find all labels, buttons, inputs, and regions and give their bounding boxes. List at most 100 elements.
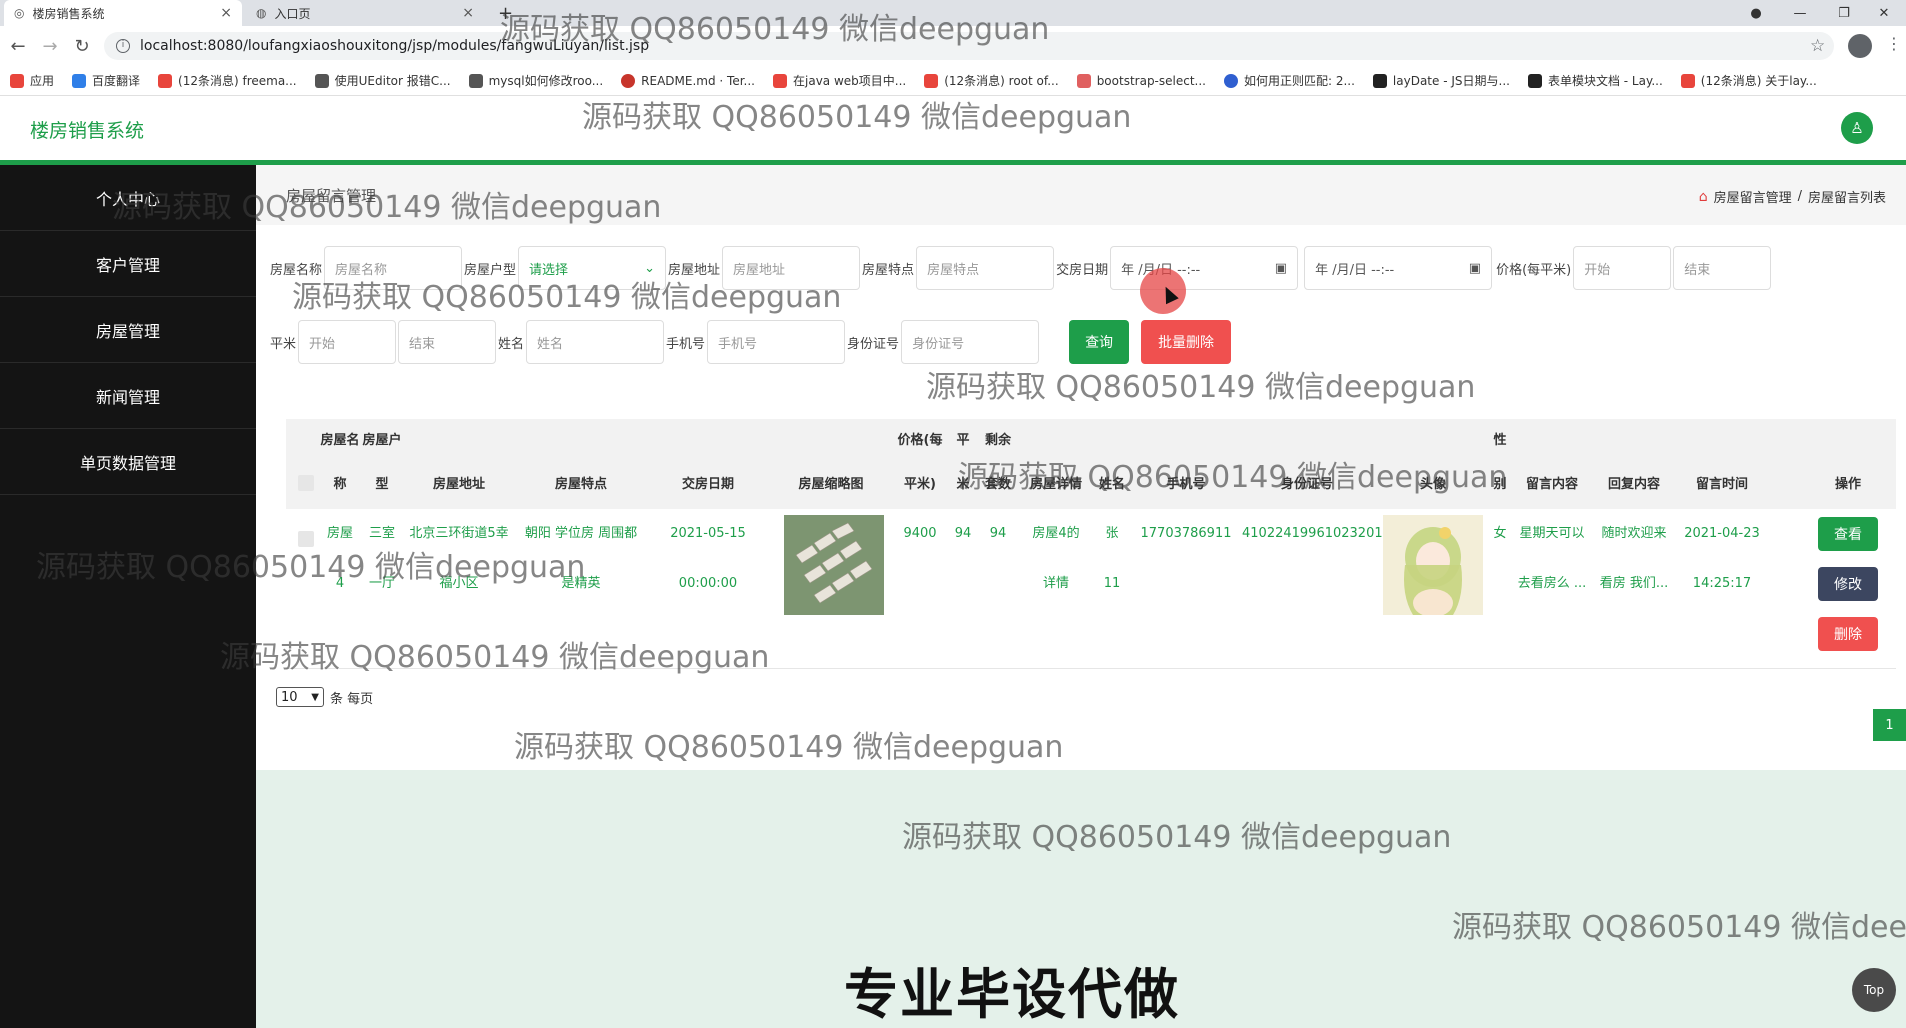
bookmark-star-icon[interactable]: ☆ xyxy=(1810,36,1825,56)
restore-icon[interactable]: ❐ xyxy=(1822,0,1866,26)
cell-name: 房屋 xyxy=(326,526,353,541)
profile-icon[interactable] xyxy=(1848,34,1872,58)
bookmark-favicon xyxy=(924,73,939,88)
minimize-icon[interactable]: — xyxy=(1778,0,1822,26)
bookmark-item[interactable]: 百度翻译 xyxy=(72,72,140,89)
col-header-uname: 姓名 xyxy=(1098,477,1125,492)
select-all-checkbox[interactable] xyxy=(298,475,314,491)
home-icon[interactable]: ⌂ xyxy=(1699,189,1708,205)
reload-icon[interactable]: ↻ xyxy=(68,26,96,66)
bookmark-item[interactable]: 应用 xyxy=(10,72,54,89)
breadcrumb-item[interactable]: 房屋留言管理 xyxy=(1714,187,1792,206)
col-header-address: 房屋地址 xyxy=(432,477,485,492)
url-field[interactable]: i localhost:8080/loufangxiaoshouxitong/j… xyxy=(104,32,1834,60)
area-label: 平米 xyxy=(270,336,297,352)
page-size-select[interactable]: 10 ▼ xyxy=(276,687,324,707)
row-checkbox[interactable] xyxy=(298,531,314,547)
col-header-name: 房屋名 xyxy=(320,433,360,448)
cell-reply: 随时欢迎来 xyxy=(1601,526,1667,541)
calendar-icon[interactable]: ▣ xyxy=(1275,261,1287,276)
page-number-button[interactable]: 1 xyxy=(1873,709,1906,741)
area-start-input[interactable]: 开始 xyxy=(298,320,397,364)
page-title: 房屋留言管理 xyxy=(286,187,377,205)
sidebar-item-customers[interactable]: 客户管理 xyxy=(0,231,256,297)
sidebar-item-houses[interactable]: 房屋管理 xyxy=(0,297,256,363)
house-type-select[interactable]: 请选择 ⌄ xyxy=(518,246,667,290)
sidebar: 个人中心 客户管理 房屋管理 新闻管理 单页数据管理 xyxy=(0,165,256,1028)
close-tab-icon[interactable]: × xyxy=(220,5,232,21)
sidebar-item-single-page[interactable]: 单页数据管理 xyxy=(0,429,256,495)
address-input[interactable]: 房屋地址 xyxy=(722,246,861,290)
breadcrumb-separator: / xyxy=(1797,189,1802,204)
bookmark-favicon xyxy=(773,73,787,88)
tab-search-icon[interactable]: ● xyxy=(1734,0,1778,26)
address-bar: ← → ↻ i localhost:8080/loufangxiaoshouxi… xyxy=(0,26,1906,66)
area-end-input[interactable]: 结束 xyxy=(398,320,497,364)
forward-icon[interactable]: → xyxy=(36,26,64,66)
user-avatar-image[interactable] xyxy=(1383,515,1483,615)
bookmark-item[interactable]: bootstrap-select... xyxy=(1076,73,1206,88)
col-header-remain-cont: 套数 xyxy=(984,477,1011,492)
site-icon: ◎ xyxy=(14,6,25,20)
edit-button[interactable]: 修改 xyxy=(1818,567,1878,601)
price-end-input[interactable]: 结束 xyxy=(1673,246,1772,290)
cell-remain: 94 xyxy=(989,526,1007,541)
cell-reply-cont: 看房 我们... xyxy=(1599,576,1669,591)
cell-uname-cont: 11 xyxy=(1103,576,1121,591)
date-start-input[interactable]: 年 /月/日 --:-- ▣ xyxy=(1110,246,1299,290)
globe-icon: ◍ xyxy=(256,6,267,20)
bookmark-item[interactable]: 如何用正则匹配: 2... xyxy=(1223,72,1355,89)
back-icon[interactable]: ← xyxy=(4,26,32,66)
bookmark-item[interactable]: README.md · Ter... xyxy=(621,73,755,88)
cell-price: 9400 xyxy=(903,526,937,541)
browser-tabbar: ◎ 楼房销售系统 × ◍ 入口页 × + ● — ❐ ✕ xyxy=(0,0,1906,26)
calendar-icon[interactable]: ▣ xyxy=(1469,261,1481,276)
browser-tab[interactable]: ◍ 入口页 × xyxy=(246,0,484,26)
cell-message-cont: 去看房么 ... xyxy=(1517,576,1587,591)
filter-form: 房屋名称 房屋名称 房屋户型 请选择 ⌄ 房屋地址 房屋地址 房屋特点 房屋特点… xyxy=(270,245,1900,393)
bookmark-favicon xyxy=(621,73,636,88)
sidebar-item-news[interactable]: 新闻管理 xyxy=(0,363,256,429)
view-button[interactable]: 查看 xyxy=(1818,517,1878,551)
col-header-thumb: 房屋缩略图 xyxy=(798,477,864,492)
phone-input[interactable]: 手机号 xyxy=(707,320,846,364)
cell-feature: 朝阳 学位房 周围都 xyxy=(524,526,638,541)
cell-name-cont: 4 xyxy=(335,576,345,591)
new-tab-button[interactable]: + xyxy=(488,0,518,26)
name-input[interactable]: 姓名 xyxy=(526,320,665,364)
bookmark-item[interactable]: (12条消息) freema... xyxy=(158,72,297,89)
brand-title: 楼房销售系统 xyxy=(30,120,145,142)
bookmark-item[interactable]: layDate - JS日期与... xyxy=(1372,72,1510,89)
idcard-input[interactable]: 身份证号 xyxy=(901,320,1040,364)
table-header: 房屋名 称 房屋户 型 房屋地址 房屋特点 交房日期 房屋缩略图 价格(每 平米… xyxy=(286,419,1896,509)
bookmark-favicon xyxy=(1223,73,1238,88)
batch-delete-button[interactable]: 批量删除 xyxy=(1141,320,1232,364)
bookmark-item[interactable]: (12条消息) root of... xyxy=(924,72,1059,89)
table-row: 房屋 4 三室 一厅 北京三环街道5幸 福小区 朝阳 学位房 周围都 是精英 2… xyxy=(286,509,1896,669)
bookmark-item[interactable]: mysql如何修改roo... xyxy=(468,72,603,89)
back-to-top-button[interactable]: Top xyxy=(1852,968,1896,1012)
bookmark-item[interactable]: 表单模块文档 - Lay... xyxy=(1527,72,1663,89)
bookmark-favicon xyxy=(314,73,329,88)
date-end-value: 年 /月/日 --:-- xyxy=(1315,262,1395,278)
cell-idcard: 410224199610232011 xyxy=(1242,526,1391,541)
feature-input[interactable]: 房屋特点 xyxy=(916,246,1055,290)
close-window-icon[interactable]: ✕ xyxy=(1862,0,1906,26)
date-end-input[interactable]: 年 /月/日 --:-- ▣ xyxy=(1304,246,1493,290)
phone-label: 手机号 xyxy=(666,336,706,352)
bookmark-item[interactable]: 使用UEditor 报错C... xyxy=(314,72,451,89)
user-avatar-button[interactable]: ♙ xyxy=(1841,112,1873,144)
house-thumbnail-image[interactable] xyxy=(784,515,884,615)
price-start-input[interactable]: 开始 xyxy=(1573,246,1672,290)
house-name-input[interactable]: 房屋名称 xyxy=(324,246,463,290)
col-header-sex-cont: 别 xyxy=(1493,477,1507,492)
bookmark-item[interactable]: 在java web项目中... xyxy=(773,72,906,89)
close-tab-icon[interactable]: × xyxy=(462,5,474,21)
breadcrumb-current: 房屋留言列表 xyxy=(1807,191,1886,206)
delete-button[interactable]: 删除 xyxy=(1818,617,1878,651)
query-button[interactable]: 查询 xyxy=(1069,320,1130,364)
bookmark-item[interactable]: (12条消息) 关于lay... xyxy=(1680,72,1817,89)
browser-tab-active[interactable]: ◎ 楼房销售系统 × xyxy=(4,0,242,26)
sidebar-item-personal-center[interactable]: 个人中心 xyxy=(0,165,256,231)
menu-kebab-icon[interactable]: ⋮ xyxy=(1886,34,1902,53)
